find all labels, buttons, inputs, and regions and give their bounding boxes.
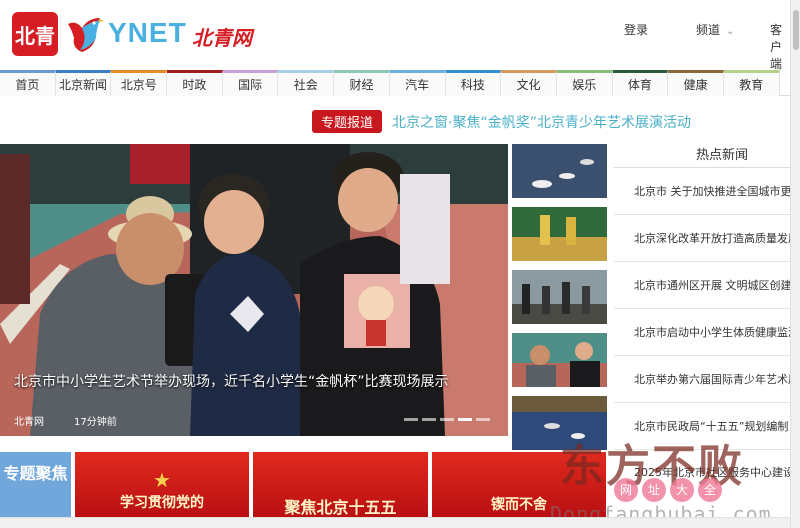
brand-name-en[interactable]: YNET — [108, 17, 187, 49]
carousel-dot[interactable] — [476, 418, 490, 421]
party-emblem-icon: ★ — [153, 468, 171, 492]
bird-logo-icon[interactable] — [66, 14, 104, 54]
hot-news-title: 热点新闻 — [614, 144, 790, 168]
hot-news-item[interactable]: 北京市启动中小学生体质健康监测 — [614, 309, 790, 356]
carousel-dot[interactable] — [458, 418, 472, 421]
banner-party-study[interactable]: ★ 学习贯彻党的 — [75, 452, 249, 518]
nav-item-7[interactable]: 汽车 — [389, 70, 446, 96]
channel-dropdown-label: 频道 — [696, 23, 721, 37]
channel-dropdown[interactable]: 频道 ⌄ — [696, 21, 734, 38]
nav-item-3[interactable]: 时政 — [167, 70, 223, 96]
topic-title-link[interactable]: 北京之窗·聚焦“金帆奖”北京青少年艺术展演活动 — [392, 112, 691, 132]
nav-item-5[interactable]: 社会 — [278, 70, 335, 96]
banner-text: 学习贯彻党的 — [120, 495, 204, 511]
horizontal-scrollbar[interactable] — [0, 517, 790, 528]
carousel-dot[interactable] — [422, 418, 436, 421]
nav-item-8[interactable]: 科技 — [445, 70, 502, 96]
hot-news-item[interactable]: 北京市 关于加快推进全国城市更新行动“试点”的 — [614, 168, 790, 215]
thumbnail-kids[interactable] — [512, 333, 607, 387]
nav-item-12[interactable]: 健康 — [668, 70, 724, 96]
vertical-scrollbar[interactable] — [790, 0, 800, 528]
nav-item-2[interactable]: 北京号 — [111, 70, 168, 96]
thumbnail-lake[interactable] — [512, 396, 607, 450]
thumbnail-garden[interactable] — [512, 207, 607, 261]
thumbnail-list — [512, 144, 607, 459]
thumbnail-swans[interactable] — [512, 144, 607, 198]
watermark-char: 址 — [642, 478, 666, 502]
client-link[interactable]: 客户端 — [770, 21, 790, 72]
nav-item-13[interactable]: 教育 — [723, 70, 780, 96]
banner-text: 聚焦北京十五五 — [284, 498, 397, 517]
watermark-char: 网 — [614, 478, 638, 502]
hot-news-tail[interactable]: 2025年北京市社区服务中心建设推进情况通报 — [634, 464, 800, 480]
nav-item-4[interactable]: 国际 — [222, 70, 279, 96]
brand-name-cn[interactable]: 北青网 — [192, 22, 252, 51]
hero-caption[interactable]: 北京市中小学生艺术节举办现场，近千名小学生“金帆杯”比赛现场展示 — [14, 371, 449, 391]
hot-news-item[interactable]: 北京市通州区开展 文明城区创建活动暨“全民 — [614, 262, 790, 309]
hot-news-item[interactable]: 北京举办第六届国际青少年艺术展演 — [614, 356, 790, 403]
thumbnail-crowd[interactable] — [512, 270, 607, 324]
hot-news-panel: 热点新闻 北京市 关于加快推进全国城市更新行动“试点”的北京深化改革开放打造高质… — [614, 144, 790, 450]
topic-tag[interactable]: 专题报道 — [312, 110, 383, 133]
hero-meta: 北青网 17分钟前 — [14, 413, 117, 428]
nav-item-9[interactable]: 文化 — [501, 70, 557, 96]
carousel-dots — [404, 418, 490, 421]
hero-carousel[interactable] — [0, 144, 508, 436]
hot-news-item[interactable]: 北京市民政局“十五五”规划编制 北京市推进 — [614, 403, 790, 450]
hero-time: 17分钟前 — [74, 417, 117, 428]
hero-photo — [0, 144, 508, 436]
watermark-sub: 网 址 大 全 — [614, 478, 722, 502]
scrollbar-thumb[interactable] — [793, 10, 799, 50]
nav-item-6[interactable]: 财经 — [334, 70, 390, 96]
login-link[interactable]: 登录 — [624, 21, 648, 38]
nav-item-1[interactable]: 北京新闻 — [55, 70, 112, 96]
site-logo-badge[interactable]: 北青 — [12, 12, 58, 56]
header: 北青 YNET 北青网 登录 频道 ⌄ 客户端 — [0, 0, 790, 72]
chevron-down-icon: ⌄ — [726, 26, 735, 37]
hero-source: 北青网 — [14, 417, 44, 428]
main-nav: 首页 北京新闻 北京号 时政 国际 社会 财经 汽车 科技 文化 娱乐 体育 健康 教育 — [0, 70, 790, 96]
nav-item-10[interactable]: 娱乐 — [556, 70, 613, 96]
special-topic-label[interactable]: 专题聚焦 — [0, 452, 71, 518]
banner-beijing-plan[interactable]: 聚焦北京十五五 — [253, 452, 428, 518]
watermark-char: 大 — [670, 478, 694, 502]
banner-perseverance[interactable]: 锲而不舍 — [432, 452, 606, 518]
banner-text: 锲而不舍 — [491, 497, 547, 513]
carousel-dot[interactable] — [440, 418, 454, 421]
hot-news-list: 北京市 关于加快推进全国城市更新行动“试点”的北京深化改革开放打造高质量发展新高… — [614, 168, 790, 450]
topic-row: 专题报道 北京之窗·聚焦“金帆奖”北京青少年艺术展演活动 — [312, 110, 691, 133]
carousel-dot[interactable] — [404, 418, 418, 421]
nav-item-0[interactable]: 首页 — [0, 70, 56, 96]
nav-item-11[interactable]: 体育 — [612, 70, 669, 96]
page: 北青 YNET 北青网 登录 频道 ⌄ 客户端 首页 北京新闻 北京号 时政 国际 社会 财经… — [0, 0, 800, 528]
hot-news-item[interactable]: 北京深化改革开放打造高质量发展新高地城市更新的 — [614, 215, 790, 262]
watermark-char: 全 — [698, 478, 722, 502]
